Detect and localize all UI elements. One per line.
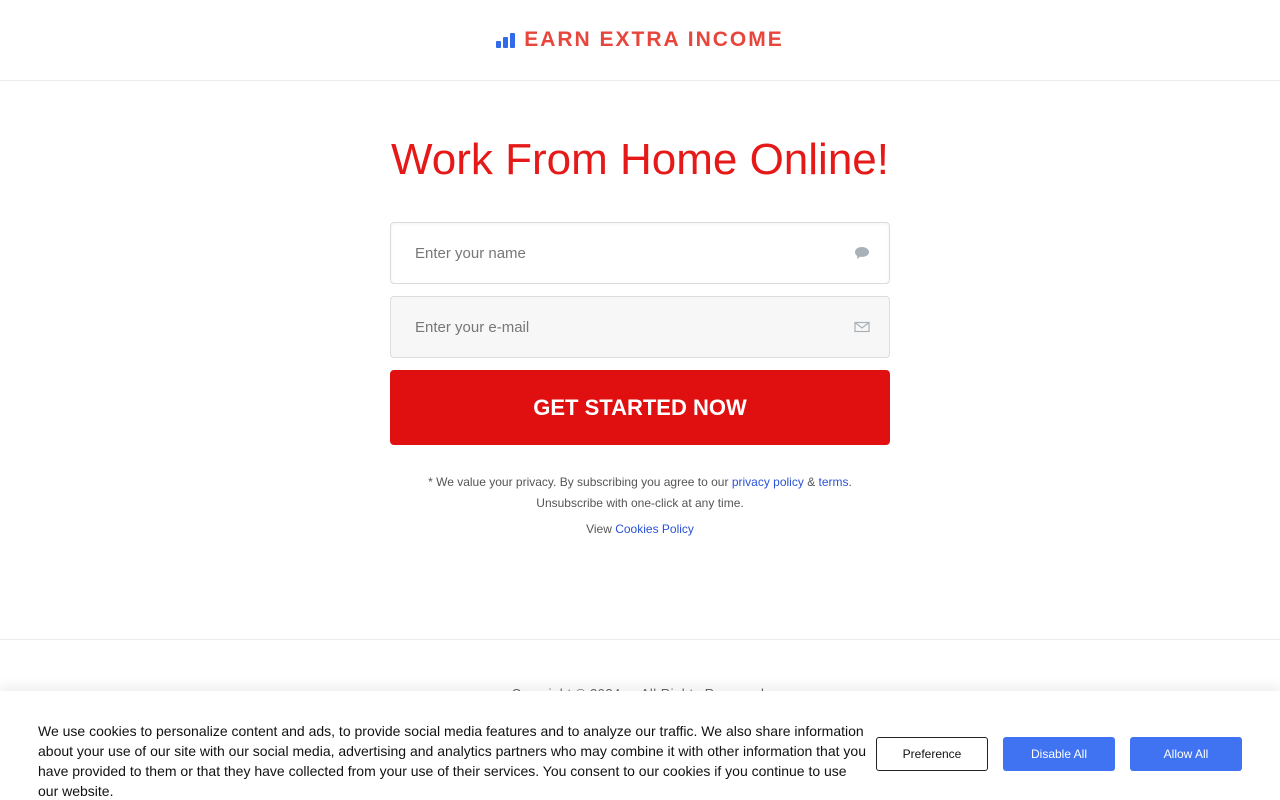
unsubscribe-note: Unsubscribe with one-click at any time. [536, 496, 744, 510]
site-logo[interactable]: EARN EXTRA INCOME [496, 28, 784, 52]
terms-link[interactable]: terms [819, 475, 849, 489]
email-input[interactable] [391, 297, 889, 357]
signup-form: GET STARTED NOW [390, 222, 890, 445]
privacy-policy-link[interactable]: privacy policy [732, 475, 804, 489]
get-started-button[interactable]: GET STARTED NOW [390, 370, 890, 445]
privacy-notice: * We value your privacy. By subscribing … [390, 472, 890, 514]
allow-all-button[interactable]: Allow All [1130, 737, 1242, 771]
email-field-wrapper [390, 296, 890, 358]
name-field-wrapper [390, 222, 890, 284]
page-headline: Work From Home Online! [391, 135, 889, 184]
preference-button[interactable]: Preference [876, 737, 988, 771]
cookies-policy-link[interactable]: Cookies Policy [615, 522, 694, 536]
cookies-policy-line: View Cookies Policy [390, 522, 890, 536]
footer-divider [0, 639, 1280, 640]
chat-bubble-icon [855, 247, 869, 259]
cookies-prefix: View [586, 522, 612, 536]
privacy-prefix: * We value your privacy. By subscribing … [428, 475, 729, 489]
name-input[interactable] [391, 223, 889, 283]
disable-all-button[interactable]: Disable All [1003, 737, 1115, 771]
logo-text: EARN EXTRA INCOME [524, 28, 784, 51]
cookie-consent-text: We use cookies to personalize content an… [38, 723, 866, 799]
privacy-and: & [807, 475, 816, 489]
cookie-consent-banner: We use cookies to personalize content an… [0, 691, 1280, 800]
envelope-icon [854, 321, 870, 333]
signup-section: Work From Home Online! GET STARTED NOW *… [390, 81, 890, 536]
privacy-suffix: . [848, 475, 852, 489]
site-header: EARN EXTRA INCOME [0, 0, 1280, 81]
bar-chart-icon [496, 32, 516, 48]
